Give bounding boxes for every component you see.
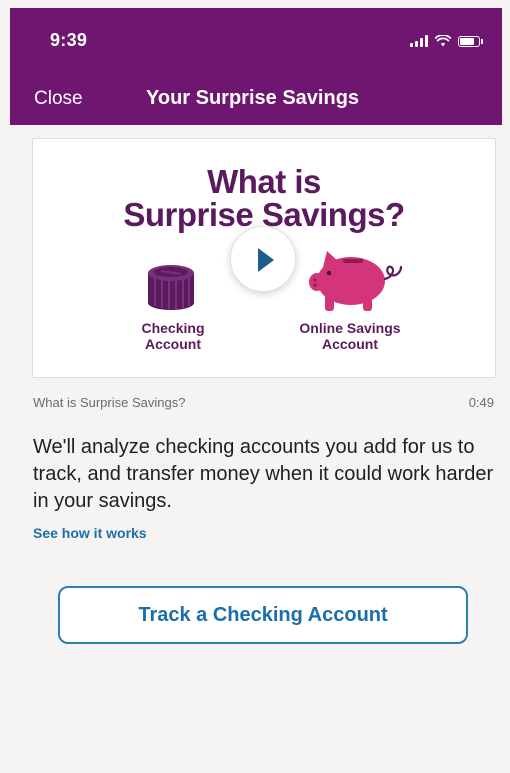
video-caption: What is Surprise Savings?: [33, 395, 186, 410]
see-how-it-works-link[interactable]: See how it works: [33, 525, 147, 541]
battery-icon: [458, 36, 483, 47]
play-button[interactable]: [230, 226, 296, 292]
video-duration: 0:49: [468, 395, 494, 410]
app-screen: 9:39 Close Your Surprise Savings What is…: [0, 0, 510, 773]
track-checking-account-button[interactable]: Track a Checking Account: [58, 586, 468, 644]
close-button[interactable]: Close: [34, 88, 83, 110]
wifi-icon: [435, 35, 451, 47]
video-headline-line1: What is: [207, 163, 321, 200]
status-bar: 9:39: [10, 8, 502, 68]
checking-account-label: Checking Account: [141, 320, 205, 352]
page-title: Your Surprise Savings: [146, 87, 360, 109]
status-icons: [410, 33, 483, 47]
nav-bar: Close Your Surprise Savings: [10, 80, 502, 124]
video-headline: What is Surprise Savings?: [33, 165, 495, 231]
piggy-bank-icon: [309, 251, 403, 311]
play-icon: [258, 248, 274, 272]
app-header: 9:39 Close Your Surprise Savings: [10, 8, 502, 125]
video-thumbnail[interactable]: What is Surprise Savings? Checking Accou…: [32, 138, 496, 378]
cellular-signal-icon: [410, 35, 428, 47]
coin-stack-icon: [148, 265, 194, 310]
status-time: 9:39: [50, 30, 88, 50]
description-text: We'll analyze checking accounts you add …: [33, 436, 494, 512]
online-savings-label: Online Savings Account: [299, 320, 401, 352]
